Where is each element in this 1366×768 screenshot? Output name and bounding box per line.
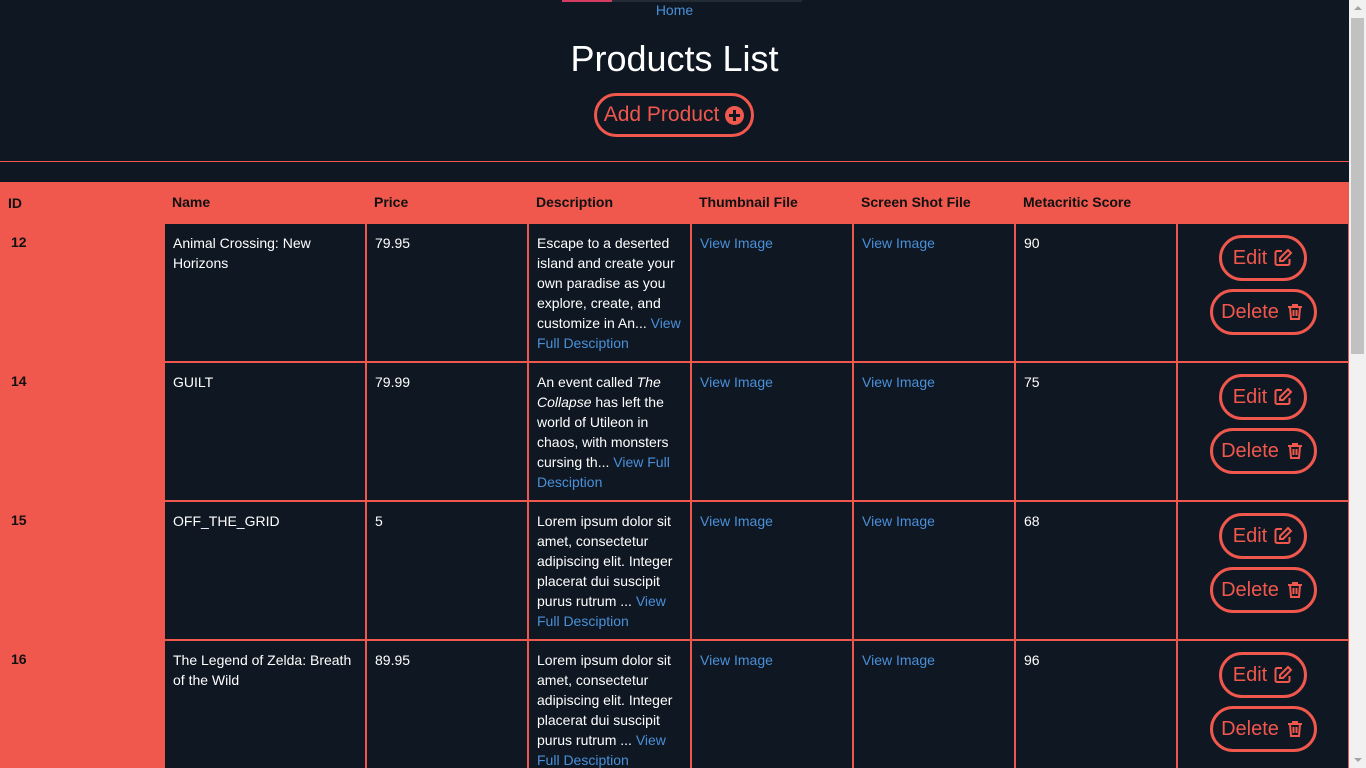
view-screenshot-link[interactable]: View Image [862, 652, 935, 668]
home-link-row: Home [0, 2, 1349, 18]
thumbnail-cell: View Image [690, 361, 854, 502]
product-id: 15 [0, 501, 164, 640]
view-thumbnail-link[interactable]: View Image [700, 652, 773, 668]
screenshot-cell: View Image [852, 639, 1016, 768]
product-name: OFF_THE_GRID [163, 500, 367, 641]
metacritic-score: 90 [1014, 222, 1178, 363]
edit-icon [1274, 387, 1293, 405]
header-divider [0, 161, 1349, 162]
delete-label: Delete [1221, 718, 1279, 740]
view-screenshot-link[interactable]: View Image [862, 513, 935, 529]
page-title: Products List [570, 38, 779, 79]
edit-icon [1274, 526, 1293, 544]
products-table: ID Name Price Description Thumbnail File… [0, 182, 1349, 768]
thumbnail-cell: View Image [690, 222, 854, 363]
edit-label: Edit [1232, 525, 1268, 547]
product-price: 89.95 [365, 639, 529, 768]
table-row: 12 Animal Crossing: New Horizons 79.95 E… [0, 222, 1349, 363]
home-link[interactable]: Home [656, 2, 693, 18]
delete-label: Delete [1221, 301, 1279, 323]
product-price: 79.95 [365, 222, 529, 363]
product-name: GUILT [163, 361, 367, 502]
metacritic-score: 68 [1014, 500, 1178, 641]
edit-button[interactable]: Edit [1219, 513, 1307, 559]
product-id: 16 [0, 640, 164, 768]
edit-label: Edit [1232, 247, 1268, 269]
column-header-actions [1177, 182, 1349, 223]
page: Home Products List Add Product ID Name P… [0, 0, 1349, 768]
delete-label: Delete [1221, 440, 1279, 462]
product-description: An event called The Collapse has left th… [527, 361, 692, 502]
product-name: The Legend of Zelda: Breath of the Wild [163, 639, 367, 768]
column-header-name: Name [164, 182, 366, 223]
edit-label: Edit [1232, 386, 1268, 408]
screenshot-cell: View Image [852, 361, 1016, 502]
thumbnail-cell: View Image [690, 639, 854, 768]
description-text-start: An event called [537, 374, 637, 390]
screenshot-cell: View Image [852, 500, 1016, 641]
edit-button[interactable]: Edit [1219, 235, 1307, 281]
actions-cell: Edit Delete [1176, 639, 1349, 768]
add-product-button[interactable]: Add Product [594, 93, 754, 137]
trash-icon [1287, 304, 1302, 320]
delete-label: Delete [1221, 579, 1279, 601]
trash-icon [1287, 582, 1302, 598]
metacritic-score: 96 [1014, 639, 1178, 768]
actions-cell: Edit Delete [1176, 500, 1349, 641]
edit-label: Edit [1232, 664, 1268, 686]
product-price: 79.99 [365, 361, 529, 502]
scrollbar-thumb[interactable] [1351, 18, 1364, 354]
view-screenshot-link[interactable]: View Image [862, 374, 935, 390]
scroll-down-arrow-icon[interactable] [1349, 751, 1366, 768]
add-product-label: Add Product [603, 103, 720, 126]
view-thumbnail-link[interactable]: View Image [700, 235, 773, 251]
table-row: 14 GUILT 79.99 An event called The Colla… [0, 361, 1349, 502]
table-header-row: ID Name Price Description Thumbnail File… [0, 182, 1349, 223]
thumbnail-cell: View Image [690, 500, 854, 641]
product-name: Animal Crossing: New Horizons [163, 222, 367, 363]
edit-button[interactable]: Edit [1219, 652, 1307, 698]
column-header-description: Description [528, 182, 691, 223]
product-id: 14 [0, 362, 164, 501]
table-row: 15 OFF_THE_GRID 5 Lorem ipsum dolor sit … [0, 500, 1349, 641]
product-price: 5 [365, 500, 529, 641]
screenshot-cell: View Image [852, 222, 1016, 363]
actions-cell: Edit Delete [1176, 222, 1349, 363]
product-description: Escape to a deserted island and create y… [527, 222, 692, 363]
metacritic-score: 75 [1014, 361, 1178, 502]
plus-circle-icon [725, 105, 745, 125]
column-header-score: Metacritic Score [1015, 182, 1177, 223]
edit-button[interactable]: Edit [1219, 374, 1307, 420]
scroll-up-arrow-icon[interactable] [1349, 0, 1366, 17]
column-header-price: Price [366, 182, 528, 223]
column-header-id: ID [0, 182, 164, 223]
view-thumbnail-link[interactable]: View Image [700, 513, 773, 529]
column-header-screenshot: Screen Shot File [853, 182, 1015, 223]
delete-button[interactable]: Delete [1209, 706, 1317, 752]
delete-button[interactable]: Delete [1209, 567, 1317, 613]
delete-button[interactable]: Delete [1209, 289, 1317, 335]
actions-cell: Edit Delete [1176, 361, 1349, 502]
trash-icon [1287, 721, 1302, 737]
edit-icon [1274, 248, 1293, 266]
delete-button[interactable]: Delete [1209, 428, 1317, 474]
view-thumbnail-link[interactable]: View Image [700, 374, 773, 390]
view-screenshot-link[interactable]: View Image [862, 235, 935, 251]
edit-icon [1274, 665, 1293, 683]
column-header-thumbnail: Thumbnail File [691, 182, 853, 223]
product-id: 12 [0, 223, 164, 362]
product-description: Lorem ipsum dolor sit amet, consectetur … [527, 639, 692, 768]
product-description: Lorem ipsum dolor sit amet, consectetur … [527, 500, 692, 641]
trash-icon [1287, 443, 1302, 459]
table-row: 16 The Legend of Zelda: Breath of the Wi… [0, 639, 1349, 768]
